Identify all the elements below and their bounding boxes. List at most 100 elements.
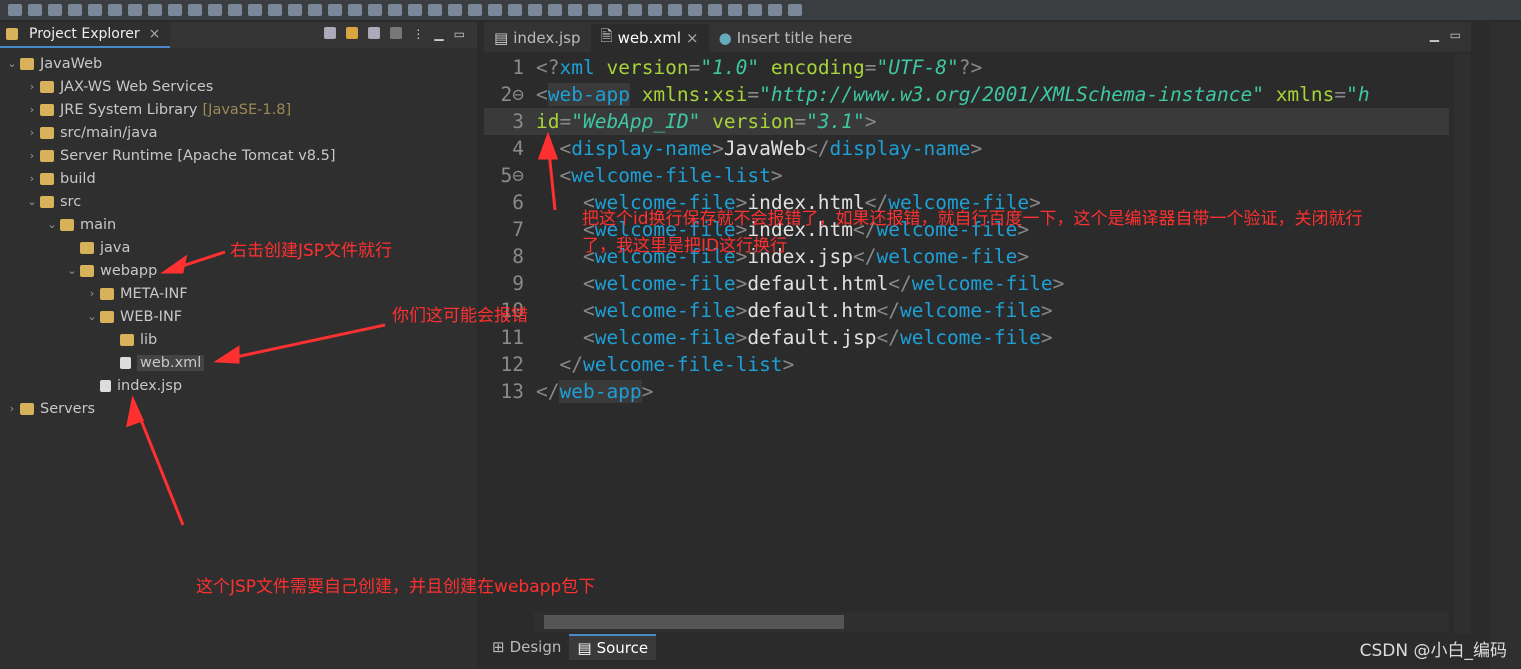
toolbar-button-icon[interactable] <box>308 4 322 16</box>
tab-web-xml[interactable]: 🗎 web.xml × <box>590 24 709 52</box>
toolbar-button-icon[interactable] <box>768 4 782 16</box>
scrollbar-thumb[interactable] <box>544 615 844 629</box>
maximize-icon[interactable]: ▭ <box>1450 28 1461 42</box>
maximize-icon[interactable]: ▭ <box>454 27 465 41</box>
chevron-down-icon[interactable]: ⌄ <box>4 57 20 70</box>
toolbar-button-icon[interactable] <box>708 4 722 16</box>
toolbar-button-icon[interactable] <box>368 4 382 16</box>
link-editor-icon[interactable] <box>346 27 359 39</box>
toolbar-button-icon[interactable] <box>228 4 242 16</box>
project-explorer-icon <box>6 28 18 40</box>
toolbar-button-icon[interactable] <box>88 4 102 16</box>
tab-project-explorer[interactable]: Project Explorer × <box>0 22 171 48</box>
toolbar-button-icon[interactable] <box>268 4 282 16</box>
tree-item-label: src/main/java <box>60 124 158 141</box>
toolbar-button-icon[interactable] <box>648 4 662 16</box>
toolbar-button-icon[interactable] <box>568 4 582 16</box>
source-icon: ▤ <box>577 639 592 657</box>
toolbar-button-icon[interactable] <box>328 4 342 16</box>
chevron-right-icon[interactable]: › <box>24 103 40 116</box>
toolbar-button-icon[interactable] <box>128 4 142 16</box>
minimize-icon[interactable]: ▁ <box>1430 28 1439 42</box>
toolbar-button-icon[interactable] <box>688 4 702 16</box>
tree-item[interactable]: › Servers <box>4 397 95 420</box>
chevron-down-icon[interactable]: ⌄ <box>64 264 80 277</box>
toolbar-button-icon[interactable] <box>28 4 42 16</box>
tree-item[interactable]: › META-INF <box>84 282 188 305</box>
tab-insert-title[interactable]: ● Insert title here <box>709 24 863 52</box>
chevron-down-icon[interactable]: ⌄ <box>44 218 60 231</box>
toolbar-button-icon[interactable] <box>188 4 202 16</box>
vertical-scrollbar[interactable] <box>1454 54 1471 634</box>
toolbar-button-icon[interactable] <box>408 4 422 16</box>
toolbar-button-icon[interactable] <box>288 4 302 16</box>
chevron-right-icon[interactable]: › <box>24 80 40 93</box>
toolbar-button-icon[interactable] <box>348 4 362 16</box>
chevron-right-icon[interactable]: › <box>24 172 40 185</box>
toolbar-button-icon[interactable] <box>388 4 402 16</box>
folder-icon <box>40 103 54 116</box>
tree-item[interactable]: ⌄ WEB-INF <box>84 305 182 328</box>
toolbar-button-icon[interactable] <box>548 4 562 16</box>
toolbar-button-icon[interactable] <box>728 4 742 16</box>
view-menu-icon[interactable]: ⋮ <box>412 27 424 41</box>
annotation-right-click: 右击创建JSP文件就行 <box>230 241 393 261</box>
toolbar-button-icon[interactable] <box>488 4 502 16</box>
tab-design[interactable]: ⊞ Design <box>484 634 569 660</box>
tab-label: web.xml <box>617 29 682 47</box>
toolbar-button-icon[interactable] <box>508 4 522 16</box>
tab-label: Insert title here <box>736 29 853 47</box>
toolbar-button-icon[interactable] <box>148 4 162 16</box>
close-icon[interactable]: × <box>686 29 699 47</box>
tree-item[interactable]: java <box>64 236 130 259</box>
tree-item[interactable]: ⌄ JavaWeb <box>4 52 102 75</box>
tree-item[interactable]: web.xml <box>104 351 205 374</box>
toolbar-button-icon[interactable] <box>108 4 122 16</box>
project-explorer-title: Project Explorer <box>29 26 140 42</box>
focus-icon[interactable] <box>390 27 403 39</box>
chevron-right-icon[interactable]: › <box>24 149 40 162</box>
tree-item[interactable]: › JRE System Library [JavaSE-1.8] <box>24 98 291 121</box>
tree-item[interactable]: ⌄ src <box>24 190 81 213</box>
tree-item[interactable]: ⌄ main <box>44 213 116 236</box>
watermark: CSDN @小白_编码 <box>1359 641 1507 661</box>
filter-icon[interactable] <box>368 27 381 39</box>
toolbar-button-icon[interactable] <box>168 4 182 16</box>
minimize-icon[interactable]: ▁ <box>434 27 443 41</box>
toolbar-button-icon[interactable] <box>248 4 262 16</box>
toolbar-button-icon[interactable] <box>48 4 62 16</box>
chevron-right-icon[interactable]: › <box>24 126 40 139</box>
tree-item[interactable]: ⌄ webapp <box>64 259 157 282</box>
chevron-right-icon[interactable]: › <box>84 287 100 300</box>
close-icon[interactable]: × <box>149 26 161 42</box>
toolbar-button-icon[interactable] <box>788 4 802 16</box>
tree-item[interactable]: › build <box>24 167 96 190</box>
toolbar-button-icon[interactable] <box>668 4 682 16</box>
design-icon: ⊞ <box>492 638 505 656</box>
tree-item[interactable]: › src/main/java <box>24 121 158 144</box>
toolbar-button-icon[interactable] <box>468 4 482 16</box>
collapse-all-icon[interactable] <box>324 27 337 39</box>
tree-item[interactable]: lib <box>104 328 157 351</box>
tab-source[interactable]: ▤ Source <box>569 634 657 660</box>
toolbar-button-icon[interactable] <box>208 4 222 16</box>
toolbar-button-icon[interactable] <box>628 4 642 16</box>
chevron-right-icon[interactable]: › <box>4 402 20 415</box>
tree-item[interactable]: › JAX-WS Web Services <box>24 75 214 98</box>
toolbar-button-icon[interactable] <box>608 4 622 16</box>
toolbar-button-icon[interactable] <box>8 4 22 16</box>
toolbar-button-icon[interactable] <box>748 4 762 16</box>
horizontal-scrollbar[interactable] <box>534 612 1449 632</box>
tree-item[interactable]: index.jsp <box>84 374 182 397</box>
chevron-down-icon[interactable]: ⌄ <box>24 195 40 208</box>
chevron-down-icon[interactable]: ⌄ <box>84 310 100 323</box>
tree-item[interactable]: › Server Runtime [Apache Tomcat v8.5] <box>24 144 336 167</box>
toolbar-button-icon[interactable] <box>528 4 542 16</box>
toolbar-button-icon[interactable] <box>448 4 462 16</box>
toolbar-button-icon[interactable] <box>68 4 82 16</box>
code-editor[interactable]: 1 <?xml version="1.0" encoding="UTF-8"?> … <box>484 54 1454 634</box>
tab-index-jsp[interactable]: ▤ index.jsp <box>484 24 591 52</box>
toolbar-button-icon[interactable] <box>588 4 602 16</box>
tree-item-label: META-INF <box>120 285 188 302</box>
toolbar-button-icon[interactable] <box>428 4 442 16</box>
